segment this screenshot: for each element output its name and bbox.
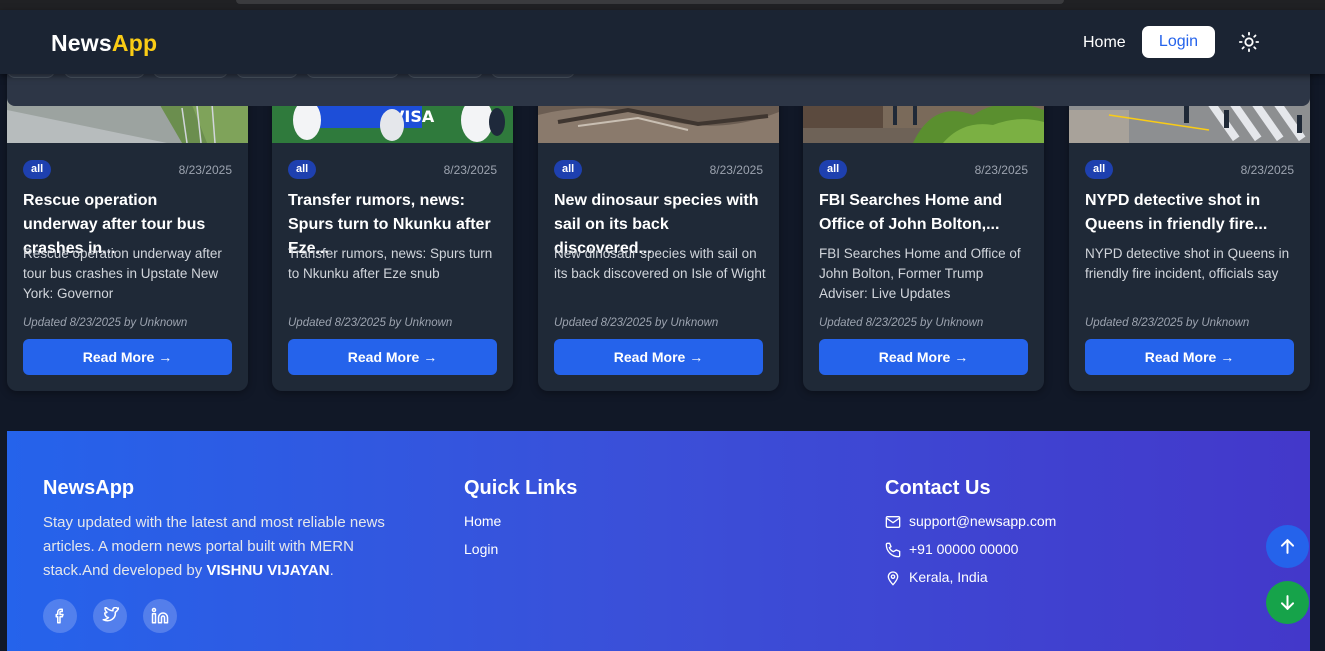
scroll-to-bottom-button[interactable]: [1266, 581, 1309, 624]
browser-scrollbar[interactable]: [236, 0, 1064, 4]
quick-links-heading: Quick Links: [464, 477, 578, 499]
phone-icon: [885, 542, 901, 558]
news-card: all 8/23/2025 NYPD detective shot in Que…: [1069, 60, 1310, 391]
contact-heading: Contact Us: [885, 477, 991, 499]
about-end: .: [329, 562, 334, 579]
contact-location-text: Kerala, India: [909, 569, 988, 585]
card-meta: Updated 8/23/2025 by Unknown: [288, 317, 453, 329]
footer-about: Stay updated with the latest and most re…: [43, 511, 423, 583]
card-date: 8/23/2025: [178, 163, 232, 177]
news-card: all 8/23/2025 FBI Searches Home and Offi…: [803, 60, 1044, 391]
read-more-button[interactable]: Read More →: [819, 339, 1028, 375]
author-name: VISHNU VIJAYAN: [206, 562, 330, 579]
card-meta: Updated 8/23/2025 by Unknown: [819, 317, 984, 329]
login-button[interactable]: Login: [1142, 26, 1215, 58]
browser-chrome-strip: [0, 0, 1325, 10]
card-description: Transfer rumors, news: Spurs turn to Nku…: [288, 246, 493, 281]
card-meta: Updated 8/23/2025 by Unknown: [554, 317, 719, 329]
card-date: 8/23/2025: [974, 163, 1028, 177]
mail-icon: [885, 516, 901, 528]
twitter-icon[interactable]: [93, 599, 127, 633]
linkedin-icon[interactable]: [143, 599, 177, 633]
sun-icon[interactable]: [1238, 31, 1260, 53]
category-badge: all: [288, 160, 317, 179]
category-badge: all: [1085, 160, 1114, 179]
category-badge: all: [819, 160, 848, 179]
news-card: VISA all 8/23/2025 Transfer rumors, news…: [272, 60, 513, 391]
scroll-to-top-button[interactable]: [1266, 525, 1309, 568]
arrow-down-icon: [1280, 595, 1295, 610]
footer-brand: NewsApp: [43, 477, 135, 499]
footer-link-login[interactable]: Login: [464, 541, 498, 557]
brand-logo[interactable]: NewsApp: [51, 30, 157, 57]
brand-accent: App: [111, 30, 158, 56]
card-meta: Updated 8/23/2025 by Unknown: [1085, 317, 1250, 329]
nav-home-link[interactable]: Home: [1083, 34, 1126, 52]
card-date: 8/23/2025: [709, 163, 763, 177]
card-description: FBI Searches Home and Office of John Bol…: [819, 246, 1021, 301]
category-badge: all: [554, 160, 583, 179]
arrow-up-icon: [1280, 539, 1295, 554]
news-card: all 8/23/2025 New dinosaur species with …: [538, 60, 779, 391]
footer: NewsApp Stay updated with the latest and…: [7, 431, 1310, 651]
read-more-button[interactable]: Read More →: [1085, 339, 1294, 375]
card-date: 8/23/2025: [1240, 163, 1294, 177]
read-more-button[interactable]: Read More →: [554, 339, 763, 375]
category-badge: all: [23, 160, 52, 179]
navbar: NewsApp Home Login: [0, 10, 1325, 74]
card-title[interactable]: FBI Searches Home and Office of John Bol…: [819, 189, 1031, 237]
card-meta: Updated 8/23/2025 by Unknown: [23, 317, 188, 329]
card-description: NYPD detective shot in Queens in friendl…: [1085, 246, 1290, 281]
card-title[interactable]: NYPD detective shot in Queens in friendl…: [1085, 189, 1297, 237]
contact-phone-text[interactable]: +91 00000 00000: [909, 541, 1018, 557]
facebook-icon[interactable]: [43, 599, 77, 633]
read-more-button[interactable]: Read More →: [288, 339, 497, 375]
footer-link-home[interactable]: Home: [464, 513, 501, 529]
card-description: Rescue operation underway after tour bus…: [23, 246, 222, 301]
card-description: New dinosaur species with sail on its ba…: [554, 246, 766, 281]
read-more-button[interactable]: Read More →: [23, 339, 232, 375]
map-pin-icon: [887, 571, 899, 586]
card-date: 8/23/2025: [443, 163, 497, 177]
brand-main: News: [51, 30, 112, 56]
news-card: all 8/23/2025 Rescue operation underway …: [7, 60, 248, 391]
contact-email-text[interactable]: support@newsapp.com: [909, 513, 1056, 529]
